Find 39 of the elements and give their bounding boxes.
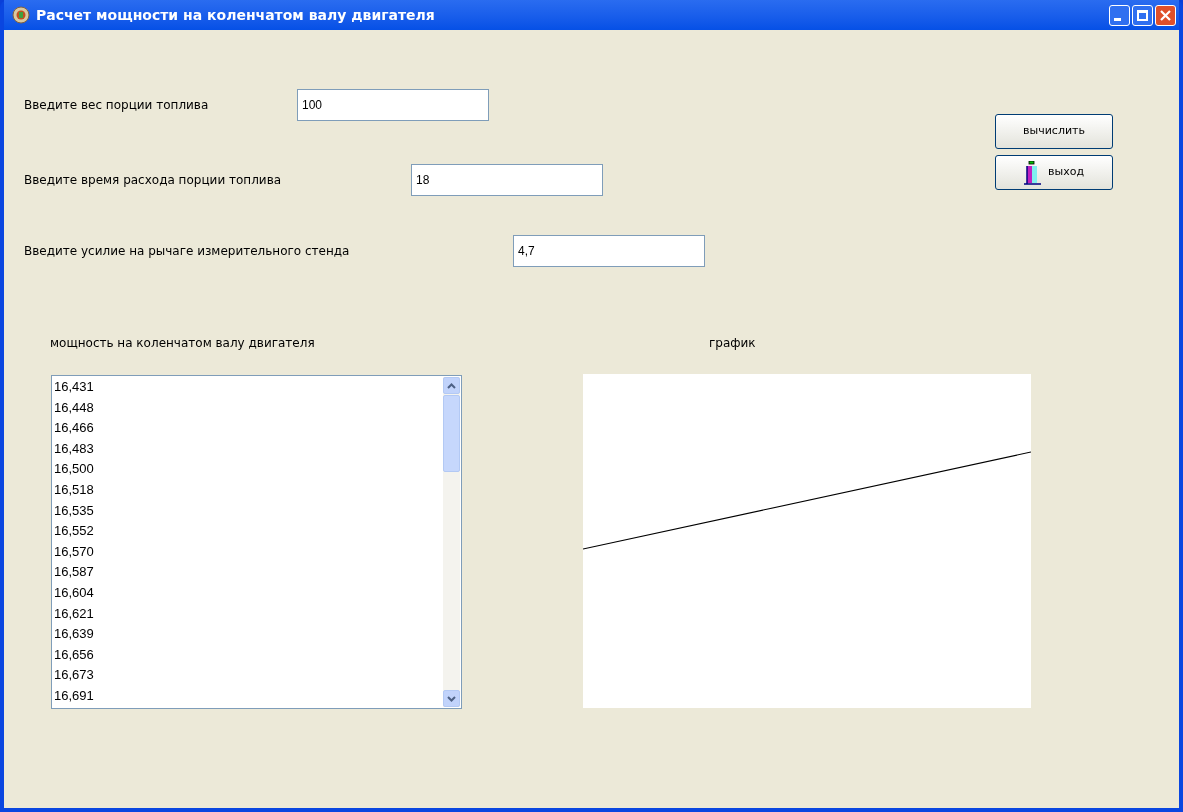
maximize-button[interactable] (1132, 4, 1153, 26)
list-item[interactable]: 16,570 (54, 541, 443, 563)
input-field[interactable]: 18 (411, 164, 603, 196)
list-item[interactable]: 16,500 (54, 459, 443, 480)
list-item[interactable]: 16,656 (54, 644, 443, 666)
input-field[interactable]: 100 (297, 89, 489, 121)
close-icon (1159, 8, 1172, 22)
list-item[interactable]: 16,691 (54, 685, 443, 707)
scroll-up-button[interactable] (443, 377, 460, 394)
input-field[interactable]: 4,7 (513, 235, 705, 267)
list-item[interactable]: 16,604 (54, 582, 443, 604)
results-label: мощность на коленчатом валу двигателя (50, 335, 316, 352)
field-label: Введите вес порции топлива (24, 97, 210, 114)
list-item[interactable]: 16,466 (54, 418, 443, 439)
window-title: Расчет мощности на коленчатом валу двигателя (36, 5, 435, 25)
list-item[interactable]: 16,431 (54, 377, 443, 398)
list-item[interactable]: 16,448 (54, 397, 443, 419)
list-item[interactable]: 16,587 (54, 562, 443, 583)
door-icon (1024, 160, 1042, 185)
field-label: Введите время расхода порции топлива (24, 172, 283, 189)
calculate-button[interactable]: вычислить (995, 114, 1113, 149)
list-item[interactable]: 16,673 (54, 665, 443, 686)
graph-label: график (709, 335, 757, 352)
caret-down-icon (447, 695, 456, 702)
list-item[interactable]: 16,483 (54, 438, 443, 460)
caret-up-icon (447, 382, 456, 389)
close-button[interactable] (1155, 4, 1176, 26)
scroll-thumb[interactable] (443, 395, 460, 472)
list-item[interactable]: 16,552 (54, 521, 443, 542)
minimize-button[interactable] (1109, 4, 1130, 26)
exit-button[interactable]: выход (995, 155, 1113, 190)
list-item[interactable]: 16,621 (54, 603, 443, 625)
scrollbar[interactable] (443, 377, 460, 707)
list-item[interactable]: 16,518 (54, 479, 443, 501)
scroll-down-button[interactable] (443, 690, 460, 707)
list-item[interactable]: 16,639 (54, 624, 443, 645)
app-icon (12, 6, 30, 24)
field-label: Введите усилие на рычаге измерительного стенда (24, 243, 351, 260)
list-item[interactable]: 16,535 (54, 500, 443, 522)
